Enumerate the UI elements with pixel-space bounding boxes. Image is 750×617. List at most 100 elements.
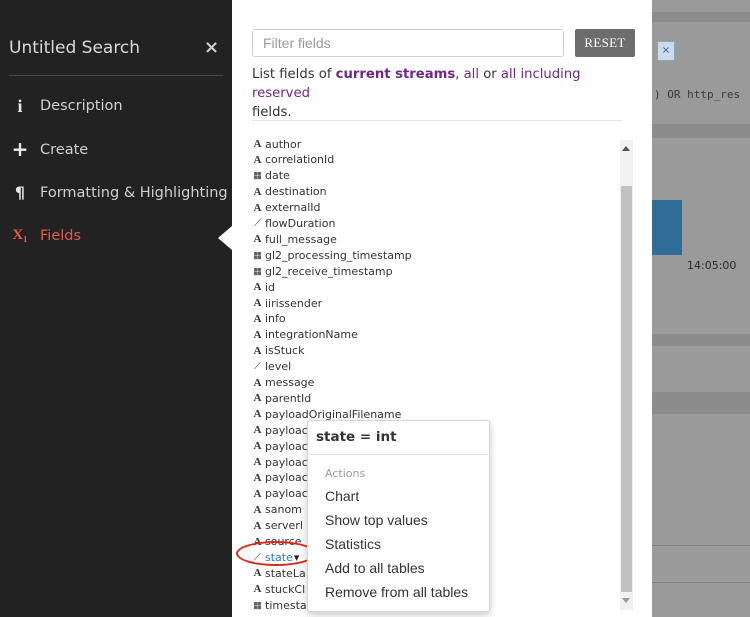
field-name[interactable]: payloadOriginalFilename xyxy=(265,408,401,421)
field-row[interactable]: Aid xyxy=(252,279,276,295)
field-name[interactable]: payloac xyxy=(265,471,308,484)
string-type-icon: A xyxy=(253,408,262,421)
field-row[interactable]: ⟋ flowDuration xyxy=(252,216,335,232)
info-icon: i xyxy=(17,96,23,116)
field-row[interactable]: Ainfo xyxy=(252,311,286,327)
sidebar-divider xyxy=(9,75,223,76)
close-icon[interactable]: × xyxy=(204,37,219,58)
show-top-values-action[interactable]: Show top values xyxy=(325,512,428,528)
list-fields-suffix: fields. xyxy=(252,105,292,120)
sidebar-item-label: Formatting & Highlighting xyxy=(40,185,228,201)
panel-divider xyxy=(252,120,622,121)
current-streams-link[interactable]: current streams xyxy=(336,67,456,82)
popover-title: state = int xyxy=(316,429,397,445)
background-divider xyxy=(652,545,750,546)
field-name[interactable]: destination xyxy=(265,185,327,198)
background-histogram-bar xyxy=(652,200,682,255)
field-name[interactable]: date xyxy=(265,169,290,182)
scroll-down-icon[interactable] xyxy=(622,598,630,603)
field-name[interactable]: sanom xyxy=(265,503,302,516)
field-list-scrollbar[interactable] xyxy=(620,140,633,610)
field-row[interactable]: Apayloac xyxy=(252,422,308,438)
string-type-icon: A xyxy=(253,424,262,437)
field-row[interactable]: Amessage xyxy=(252,375,315,391)
field-row[interactable]: ▦ date xyxy=(252,168,290,184)
field-row[interactable]: Apayloac xyxy=(252,438,308,454)
pilcrow-icon: ¶ xyxy=(14,183,26,202)
field-row[interactable]: AparentId xyxy=(252,390,312,406)
field-name[interactable]: timesta xyxy=(265,599,307,612)
field-row[interactable]: AcorrelationId xyxy=(252,152,335,168)
string-type-icon: A xyxy=(253,281,262,294)
field-name[interactable]: stuckCl xyxy=(265,583,305,596)
field-name[interactable]: parentId xyxy=(265,392,311,405)
field-name[interactable]: flowDuration xyxy=(265,217,335,230)
field-row[interactable]: ▦ gl2_receive_timestamp xyxy=(252,263,393,279)
field-row[interactable]: Adestination xyxy=(252,184,327,200)
field-row[interactable]: Aiirissender xyxy=(252,295,323,311)
search-title: Untitled Search xyxy=(9,38,141,58)
field-row[interactable]: Aauthor xyxy=(252,136,302,152)
field-name[interactable]: gl2_receive_timestamp xyxy=(265,265,393,278)
field-name[interactable]: isStuck xyxy=(265,344,304,357)
field-name[interactable]: message xyxy=(265,376,314,389)
field-name[interactable]: stateLa xyxy=(265,567,306,580)
field-name[interactable]: payloac xyxy=(265,440,308,453)
field-name[interactable]: correlationId xyxy=(265,153,334,166)
chart-action[interactable]: Chart xyxy=(325,488,359,504)
field-name[interactable]: iirissender xyxy=(265,297,322,310)
field-name[interactable]: level xyxy=(265,360,291,373)
string-type-icon: A xyxy=(253,392,262,405)
field-name[interactable]: integrationName xyxy=(265,328,358,341)
field-name[interactable]: author xyxy=(265,138,301,151)
field-row[interactable]: AstuckCl xyxy=(252,581,306,597)
string-type-icon: A xyxy=(253,567,262,580)
field-name[interactable]: full_message xyxy=(265,233,337,246)
sidebar-item-label: Fields xyxy=(40,228,82,244)
field-name[interactable]: payloac xyxy=(265,424,308,437)
list-fields-prefix: List fields of xyxy=(252,67,336,82)
field-name[interactable]: serverl xyxy=(265,519,303,532)
field-row[interactable]: Afull_message xyxy=(252,231,337,247)
sidebar-item-description[interactable]: i Description xyxy=(0,91,232,121)
field-row[interactable]: AstateLa xyxy=(252,565,306,581)
field-name[interactable]: payloac xyxy=(265,487,308,500)
filter-fields-input[interactable] xyxy=(252,29,564,57)
string-type-icon: A xyxy=(253,344,262,357)
field-row[interactable]: AintegrationName xyxy=(252,327,358,343)
field-name[interactable]: externalId xyxy=(265,201,321,214)
scrollbar-thumb[interactable] xyxy=(621,186,632,592)
sidebar-item-fields[interactable]: X₁ Fields xyxy=(0,221,232,251)
string-type-icon: A xyxy=(253,138,262,150)
field-row[interactable]: ⟋ level xyxy=(252,359,291,375)
field-actions-popover: state = int Actions Chart Show top value… xyxy=(307,420,490,612)
sidebar-item-formatting[interactable]: ¶ Formatting & Highlighting xyxy=(0,178,232,208)
field-row[interactable]: ▦ gl2_processing_timestamp xyxy=(252,247,412,263)
scroll-up-icon[interactable] xyxy=(622,146,630,151)
field-name[interactable]: gl2_processing_timestamp xyxy=(265,249,412,262)
background-band xyxy=(652,12,750,22)
add-to-all-tables-action[interactable]: Add to all tables xyxy=(325,560,425,576)
field-name[interactable]: id xyxy=(265,281,275,294)
field-row[interactable]: Asanom xyxy=(252,502,302,518)
background-band xyxy=(652,334,750,346)
field-row[interactable]: Apayloac xyxy=(252,470,308,486)
string-type-icon: A xyxy=(253,456,262,468)
string-type-icon: A xyxy=(253,376,262,389)
sidebar-item-create[interactable]: + Create xyxy=(0,135,232,165)
field-row[interactable]: ▦ timesta xyxy=(252,597,307,613)
date-type-icon: ▦ xyxy=(253,170,262,182)
remove-from-all-tables-action[interactable]: Remove from all tables xyxy=(325,584,468,600)
statistics-action[interactable]: Statistics xyxy=(325,536,381,552)
reset-button[interactable]: RESET xyxy=(575,29,635,57)
field-row[interactable]: AisStuck xyxy=(252,343,305,359)
field-row[interactable]: Aserverl xyxy=(252,518,303,534)
field-row[interactable]: Apayloac xyxy=(252,486,308,502)
all-fields-link[interactable]: all xyxy=(464,67,479,82)
string-type-icon: A xyxy=(253,503,262,516)
date-type-icon: ▦ xyxy=(253,265,262,277)
field-row[interactable]: AexternalId xyxy=(252,200,321,216)
actions-header: Actions xyxy=(325,467,366,480)
date-type-icon: ▦ xyxy=(253,599,262,611)
field-name[interactable]: info xyxy=(265,312,286,325)
